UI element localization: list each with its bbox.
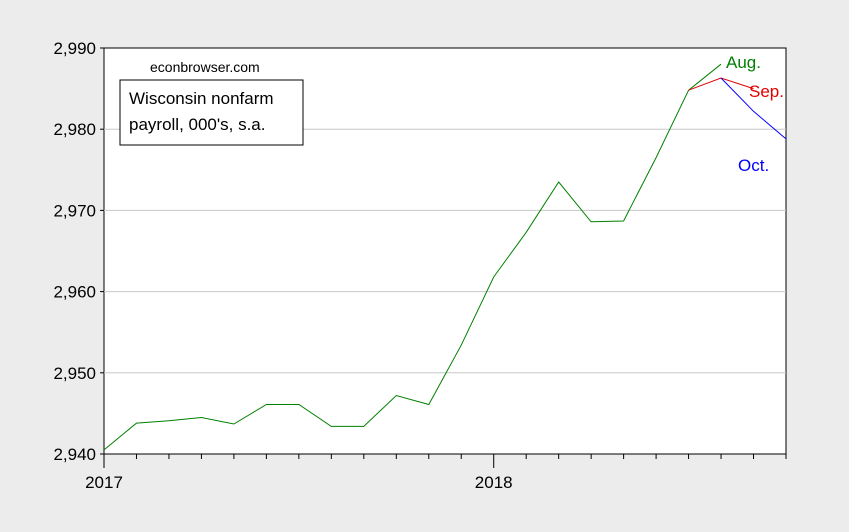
y-tick-label: 2,970 (53, 201, 96, 220)
annotation-line-2: payroll, 000's, s.a. (129, 115, 265, 134)
y-tick-label: 2,980 (53, 120, 96, 139)
y-tick-label: 2,950 (53, 364, 96, 383)
y-tick-label: 2,960 (53, 283, 96, 302)
y-axis-ticks: 2,940 2,950 2,960 2,970 2,980 2,990 (53, 39, 104, 464)
annotation-line-1: Wisconsin nonfarm (129, 89, 274, 108)
x-tick-label: 2018 (475, 473, 513, 492)
line-chart: 2,9402,9502,9602,9702,9802,990 2017 2018 … (53, 39, 787, 492)
y-tick-label: 2,990 (53, 39, 96, 58)
x-axis-ticks: 2017 2018 (85, 454, 787, 492)
series-label-sep: Sep. (749, 82, 784, 101)
y-tick-label: 2,940 (53, 445, 96, 464)
series-label-aug: Aug. (726, 53, 761, 72)
x-tick-label: 2017 (85, 473, 123, 492)
series-label-oct: Oct. (738, 156, 769, 175)
source-note: econbrowser.com (150, 59, 260, 75)
